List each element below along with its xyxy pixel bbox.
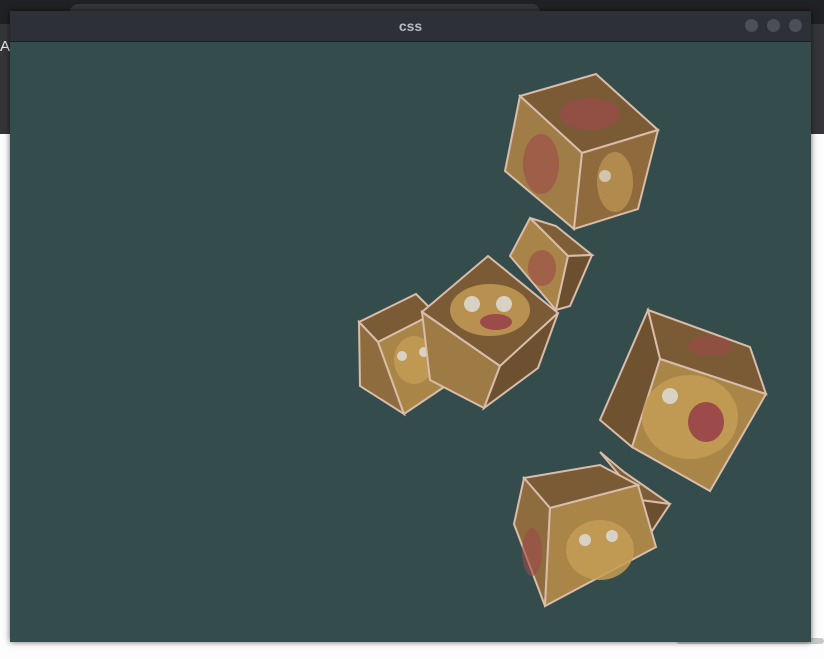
- title-bar[interactable]: css: [10, 11, 811, 42]
- minimize-button[interactable]: [745, 19, 758, 32]
- window-title: css: [398, 18, 423, 34]
- app-window: css: [10, 11, 811, 642]
- cube-7: [512, 463, 658, 608]
- cube-scene: [357, 72, 768, 608]
- cube-5: [598, 306, 768, 493]
- background-partial-text: A: [0, 38, 11, 55]
- close-button[interactable]: [789, 19, 802, 32]
- maximize-button[interactable]: [767, 19, 780, 32]
- canvas-viewport[interactable]: [10, 42, 811, 642]
- cube-1: [503, 72, 660, 231]
